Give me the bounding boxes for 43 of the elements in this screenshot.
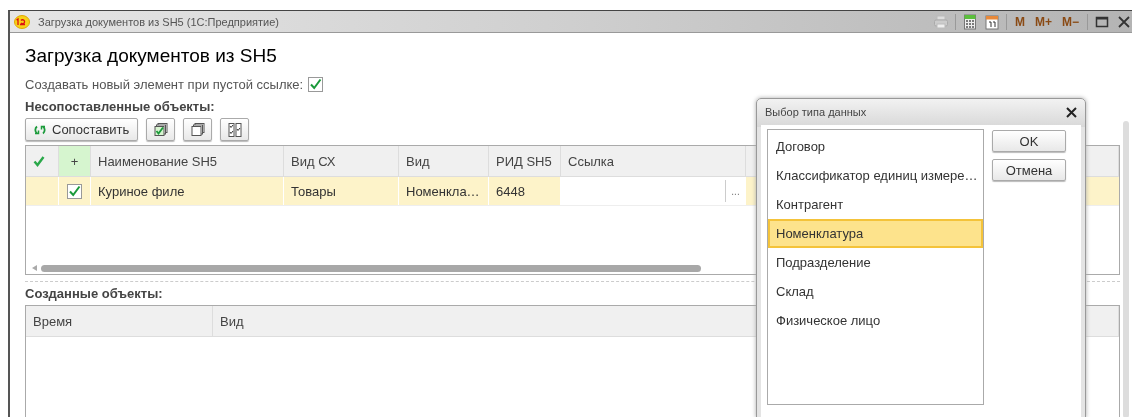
printer-icon[interactable] — [932, 13, 949, 30]
list-item[interactable]: Подразделение — [768, 248, 983, 277]
close-icon[interactable] — [1066, 106, 1077, 118]
list-item[interactable]: Номенклатура — [768, 219, 983, 248]
form-title: Загрузка документов из SH5 — [25, 45, 278, 67]
table-cell: Номенкла… — [399, 177, 489, 205]
check-mark-icon — [33, 154, 46, 168]
section-title: Созданные объекты: — [25, 286, 163, 301]
checked-pages-icon — [152, 121, 169, 138]
list-item[interactable]: Физическое лицо — [768, 306, 983, 335]
list-item[interactable]: Договор — [768, 132, 983, 161]
column-header[interactable]: Ссылка — [561, 146, 746, 176]
cancel-button[interactable]: Отмена — [992, 159, 1066, 181]
window-title: Загрузка документов из SH5 (1С:Предприятие) — [38, 15, 280, 28]
dialog-title: Выбор типа данных — [765, 106, 868, 118]
list-item[interactable]: Склад — [768, 277, 983, 306]
table-cell: Товары — [284, 177, 399, 205]
memory-button[interactable]: M — [1012, 14, 1027, 29]
scroll-left-icon[interactable] — [32, 265, 37, 271]
row-checkbox[interactable] — [67, 183, 82, 199]
check-all-button[interactable] — [146, 118, 176, 141]
app-logo-icon — [14, 14, 30, 29]
option-label: Создавать новый элемент при пустой ссылке: — [25, 77, 304, 92]
column-header[interactable]: Вид СХ — [284, 146, 399, 176]
column-header[interactable]: РИД SH5 — [489, 146, 561, 176]
refresh-icon — [34, 123, 46, 136]
reference-field[interactable]: ... — [561, 177, 746, 205]
column-header[interactable]: Время — [26, 306, 213, 336]
column-header[interactable]: + — [59, 146, 91, 176]
column-header[interactable]: Вид — [399, 146, 489, 176]
option-checkbox[interactable] — [308, 77, 324, 92]
pages-icon — [189, 121, 206, 138]
calendar-icon[interactable] — [983, 13, 1000, 30]
checkbox-columns-icon — [226, 121, 243, 138]
column-header[interactable]: Наименование SH5 — [91, 146, 284, 176]
close-icon[interactable] — [1116, 13, 1132, 30]
ok-button[interactable]: OK — [992, 130, 1066, 152]
copy-button[interactable] — [183, 118, 213, 141]
table-cell: Куриное филе — [91, 177, 284, 205]
section-title: Несопоставленные объекты: — [25, 99, 215, 114]
calculator-icon[interactable] — [961, 13, 978, 30]
columns-button[interactable] — [220, 118, 250, 141]
match-button[interactable]: Сопоставить — [25, 118, 139, 141]
